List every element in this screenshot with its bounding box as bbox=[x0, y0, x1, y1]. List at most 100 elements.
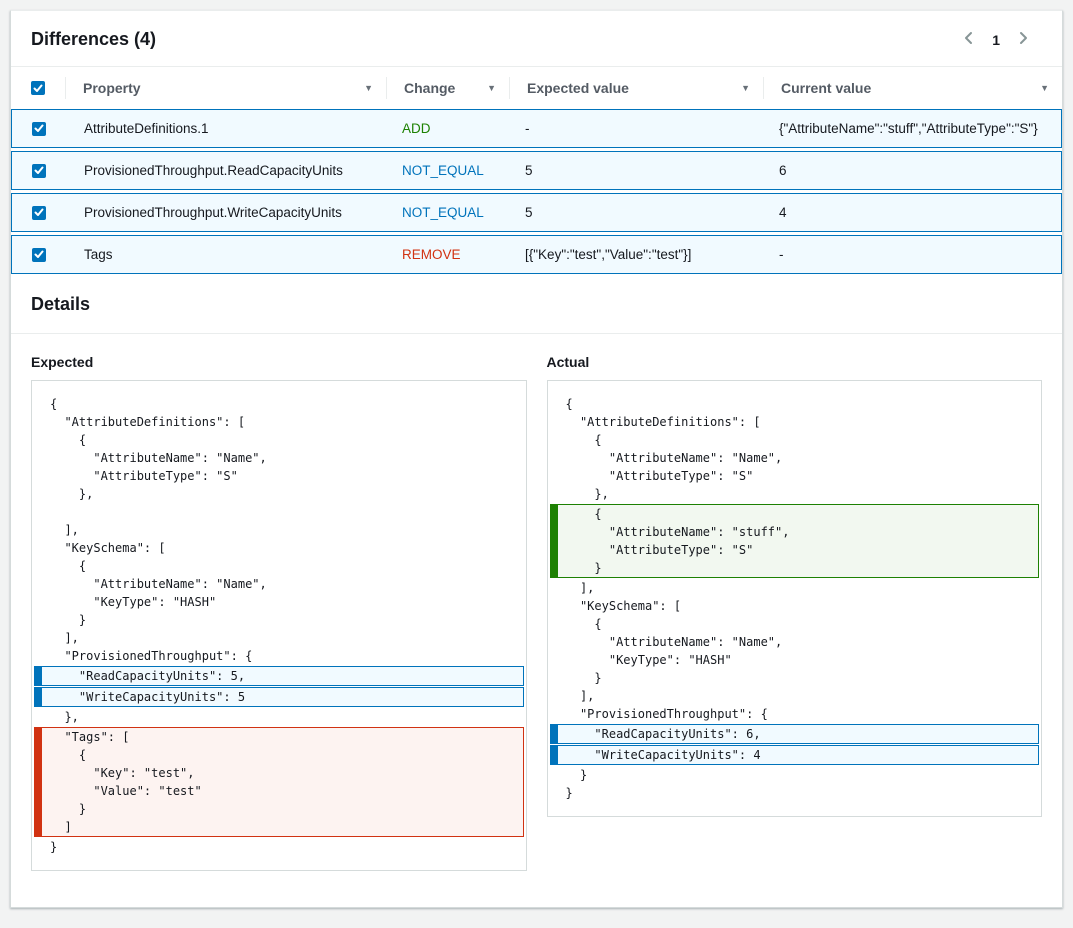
code-line: "ProvisionedThroughput": { bbox=[548, 705, 1042, 723]
diff-panels: Expected { "AttributeDefinitions": [ { "A… bbox=[11, 334, 1062, 907]
code-line: "AttributeType": "S" bbox=[548, 467, 1042, 485]
cell-change: NOT_EQUAL bbox=[387, 152, 510, 189]
diff-added-block: { "AttributeName": "stuff", "AttributeTy… bbox=[550, 504, 1040, 578]
code-line: { bbox=[548, 395, 1042, 413]
cell-property: AttributeDefinitions.1 bbox=[66, 110, 387, 147]
cell-expected-value: 5 bbox=[510, 194, 764, 231]
code-line: { bbox=[32, 395, 526, 413]
header-checkbox-cell bbox=[11, 67, 65, 109]
chevron-right-icon bbox=[1018, 31, 1030, 48]
table-row: ProvisionedThroughput.ReadCapacityUnitsN… bbox=[11, 151, 1062, 190]
diff-changed-line: "WriteCapacityUnits": 4 bbox=[550, 745, 1040, 765]
code-line: "KeyType": "HASH" bbox=[548, 651, 1042, 669]
cell-property: ProvisionedThroughput.ReadCapacityUnits bbox=[66, 152, 387, 189]
pagination: 1 bbox=[958, 30, 1042, 50]
code-line: { bbox=[548, 431, 1042, 449]
code-line: "AttributeName": "Name", bbox=[32, 575, 526, 593]
code-line: ], bbox=[32, 629, 526, 647]
row-checkbox[interactable] bbox=[32, 122, 46, 136]
previous-page-button[interactable] bbox=[958, 30, 978, 50]
row-checkbox[interactable] bbox=[32, 164, 46, 178]
code-line: "WriteCapacityUnits": 4 bbox=[551, 746, 1039, 764]
panel-label: Expected bbox=[31, 354, 527, 370]
cell-expected-value: 5 bbox=[510, 152, 764, 189]
details-title: Details bbox=[31, 294, 1042, 315]
code-line bbox=[32, 503, 526, 521]
cell-current-value: {"AttributeName":"stuff","AttributeType"… bbox=[764, 110, 1061, 147]
code-line: "WriteCapacityUnits": 5 bbox=[35, 688, 523, 706]
code-line: { bbox=[548, 615, 1042, 633]
table-row: ProvisionedThroughput.WriteCapacityUnits… bbox=[11, 193, 1062, 232]
code-line: }, bbox=[548, 485, 1042, 503]
diff-panel-actual: Actual { "AttributeDefinitions": [ { "Att… bbox=[547, 354, 1043, 817]
current-page-indicator[interactable]: 1 bbox=[992, 32, 1000, 48]
diff-changed-line: "ReadCapacityUnits": 6, bbox=[550, 724, 1040, 744]
cell-expected-value: - bbox=[510, 110, 764, 147]
table-rows: AttributeDefinitions.1ADD-{"AttributeNam… bbox=[11, 109, 1062, 274]
code-line: "Tags": [ bbox=[35, 728, 523, 746]
table-header: Property ▼ Change ▼ Expected value ▼ Cur… bbox=[11, 67, 1062, 109]
row-checkbox-cell bbox=[12, 110, 66, 147]
column-header-change: Change ▼ bbox=[386, 67, 509, 109]
code-line: "AttributeName": "Name", bbox=[32, 449, 526, 467]
json-code-box: { "AttributeDefinitions": [ { "Attribute… bbox=[547, 380, 1043, 817]
filter-caret-icon[interactable]: ▼ bbox=[364, 84, 373, 93]
table-row: AttributeDefinitions.1ADD-{"AttributeNam… bbox=[11, 109, 1062, 148]
code-line: } bbox=[32, 611, 526, 629]
cell-change: ADD bbox=[387, 110, 510, 147]
panel-label: Actual bbox=[547, 354, 1043, 370]
filter-caret-icon[interactable]: ▼ bbox=[487, 84, 496, 93]
filter-caret-icon[interactable]: ▼ bbox=[1040, 84, 1049, 93]
code-line: "ProvisionedThroughput": { bbox=[32, 647, 526, 665]
code-line: { bbox=[551, 505, 1039, 523]
code-line: ], bbox=[548, 687, 1042, 705]
cell-change: NOT_EQUAL bbox=[387, 194, 510, 231]
cell-property: ProvisionedThroughput.WriteCapacityUnits bbox=[66, 194, 387, 231]
diff-removed-block: "Tags": [ { "Key": "test", "Value": "tes… bbox=[34, 727, 524, 837]
diff-changed-line: "WriteCapacityUnits": 5 bbox=[34, 687, 524, 707]
code-line: "Value": "test" bbox=[35, 782, 523, 800]
details-header: Details bbox=[11, 274, 1062, 334]
row-checkbox[interactable] bbox=[32, 248, 46, 262]
cell-current-value: 4 bbox=[764, 194, 1061, 231]
diff-changed-line: "ReadCapacityUnits": 5, bbox=[34, 666, 524, 686]
column-header-expected-value: Expected value ▼ bbox=[509, 67, 763, 109]
chevron-left-icon bbox=[962, 31, 974, 48]
diff-panel-expected: Expected { "AttributeDefinitions": [ { "A… bbox=[31, 354, 527, 871]
code-line: }, bbox=[32, 485, 526, 503]
differences-card: Differences (4) 1 Property ▼ bbox=[10, 10, 1063, 908]
code-line: ] bbox=[35, 818, 523, 836]
code-line: } bbox=[548, 784, 1042, 802]
cell-current-value: - bbox=[764, 236, 1061, 273]
table-row: TagsREMOVE[{"Key":"test","Value":"test"}… bbox=[11, 235, 1062, 274]
code-line: } bbox=[548, 766, 1042, 784]
code-line: } bbox=[32, 838, 526, 856]
column-header-current-value: Current value ▼ bbox=[763, 67, 1062, 109]
code-line: } bbox=[35, 800, 523, 818]
row-checkbox-cell bbox=[12, 236, 66, 273]
code-line: { bbox=[32, 431, 526, 449]
row-checkbox[interactable] bbox=[32, 206, 46, 220]
code-line: "AttributeDefinitions": [ bbox=[548, 413, 1042, 431]
cell-expected-value: [{"Key":"test","Value":"test"}] bbox=[510, 236, 764, 273]
card-header: Differences (4) 1 bbox=[11, 11, 1062, 67]
code-line: "AttributeType": "S" bbox=[32, 467, 526, 485]
code-line: "AttributeName": "Name", bbox=[548, 449, 1042, 467]
next-page-button[interactable] bbox=[1014, 30, 1034, 50]
code-line: ], bbox=[548, 579, 1042, 597]
code-line: { bbox=[35, 746, 523, 764]
code-line: "AttributeDefinitions": [ bbox=[32, 413, 526, 431]
code-line: "AttributeName": "Name", bbox=[548, 633, 1042, 651]
cell-property: Tags bbox=[66, 236, 387, 273]
code-line: { bbox=[32, 557, 526, 575]
code-line: "AttributeName": "stuff", bbox=[551, 523, 1039, 541]
code-line: "AttributeType": "S" bbox=[551, 541, 1039, 559]
json-code-box: { "AttributeDefinitions": [ { "Attribute… bbox=[31, 380, 527, 871]
cell-change: REMOVE bbox=[387, 236, 510, 273]
code-line: "KeySchema": [ bbox=[548, 597, 1042, 615]
filter-caret-icon[interactable]: ▼ bbox=[741, 84, 750, 93]
code-line: ], bbox=[32, 521, 526, 539]
code-line: "Key": "test", bbox=[35, 764, 523, 782]
code-line: "ReadCapacityUnits": 5, bbox=[35, 667, 523, 685]
select-all-checkbox[interactable] bbox=[31, 81, 45, 95]
